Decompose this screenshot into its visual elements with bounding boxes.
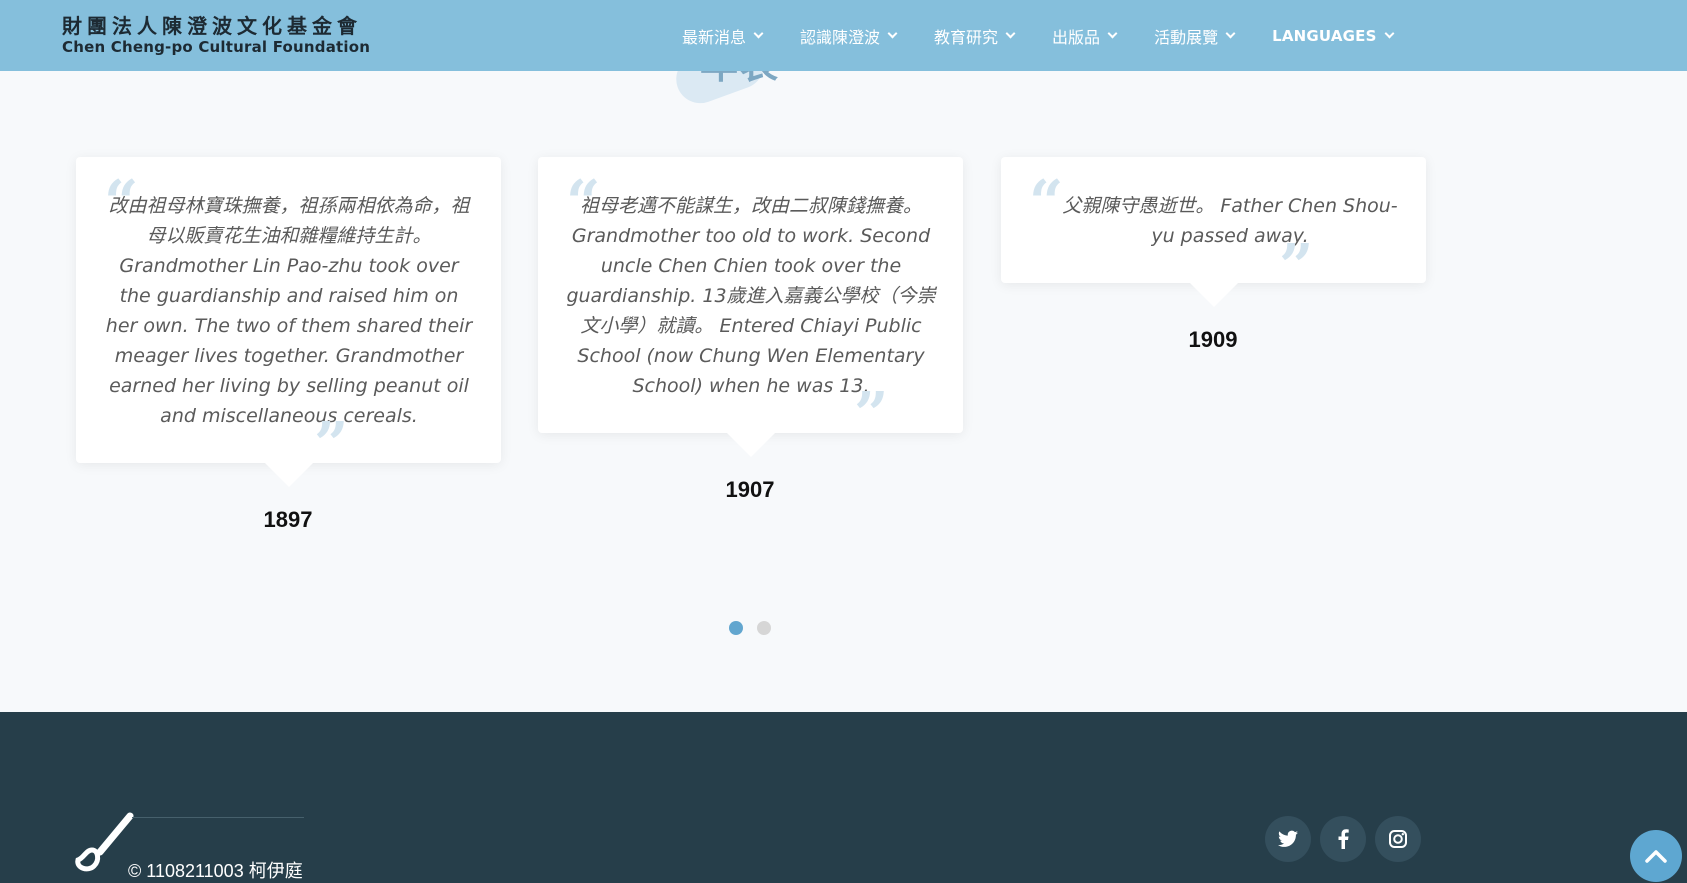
nav-item-events[interactable]: 活動展覽 [1154,24,1236,48]
logo-name-cn: 財團法人陳澄波文化基金會 [62,14,362,38]
twitter-icon [1278,830,1298,847]
timeline-card-text: 改由祖母林寶珠撫養，祖孫兩相依為命，祖母以販賣花生油和雜糧維持生計。 Grand… [105,195,473,427]
chevron-down-icon [1384,28,1395,39]
nav-item-about[interactable]: 認識陳澄波 [800,24,898,48]
back-to-top-button[interactable] [1630,830,1682,882]
timeline-card-1897: “ 改由祖母林寶珠撫養，祖孫兩相依為命，祖母以販賣花生油和雜糧維持生計。 Gra… [76,157,501,487]
instagram-icon [1389,830,1407,848]
timeline-year: 1907 [725,477,775,502]
chevron-down-icon [1107,28,1118,39]
pagination-dot-1[interactable] [729,621,743,635]
nav-item-label: 認識陳澄波 [800,27,881,47]
main-nav: 最新消息 認識陳澄波 教育研究 出版品 活動展覽 LANGUAGES [682,0,1395,71]
nav-item-news[interactable]: 最新消息 [682,24,764,48]
nav-item-publications[interactable]: 出版品 [1052,24,1118,48]
timeline-year: 1909 [1188,327,1238,352]
timeline-card-text: 祖母老邁不能謀生，改由二叔陳錢撫養。 Grandmother too old t… [566,195,936,397]
site-header: 財團法人陳澄波文化基金會 Chen Cheng-po Cultural Foun… [0,0,1687,71]
nav-item-label: 出版品 [1052,27,1101,47]
footer-copyright: © 1108211003 柯伊庭 [128,861,303,881]
footer-divider [132,817,304,818]
chevron-up-icon [1645,850,1667,863]
timeline-card-1907: “ 祖母老邁不能謀生，改由二叔陳錢撫養。 Grandmother too old… [538,157,963,457]
nav-item-label: 教育研究 [934,27,999,47]
chevron-down-icon [887,28,898,39]
timeline-year: 1897 [263,507,313,532]
logo-name-en: Chen Cheng-po Cultural Foundation [62,38,371,56]
nav-item-label: LANGUAGES [1272,26,1377,45]
nav-item-label: 最新消息 [682,27,747,47]
timeline-card-text: 父親陳守愚逝世。 Father Chen Shou-yu passed away… [1062,195,1398,247]
nav-item-label: 活動展覽 [1154,27,1219,47]
facebook-link[interactable] [1320,816,1366,862]
chevron-down-icon [753,28,764,39]
nav-item-languages[interactable]: LANGUAGES [1272,26,1395,45]
facebook-icon [1338,829,1349,849]
close-quote-icon: ” [1279,232,1314,302]
pagination-dot-2[interactable] [757,621,771,635]
instagram-link[interactable] [1375,816,1421,862]
close-quote-icon: ” [314,410,349,480]
chevron-down-icon [1005,28,1016,39]
nav-item-education[interactable]: 教育研究 [934,24,1016,48]
site-logo[interactable]: 財團法人陳澄波文化基金會 Chen Cheng-po Cultural Foun… [62,14,412,56]
paintbrush-logo-icon [75,812,134,872]
close-quote-icon: ” [854,380,889,450]
chevron-down-icon [1225,28,1236,39]
timeline-card-1909: “ 父親陳守愚逝世。 Father Chen Shou-yu passed aw… [1001,157,1426,307]
twitter-link[interactable] [1265,816,1311,862]
